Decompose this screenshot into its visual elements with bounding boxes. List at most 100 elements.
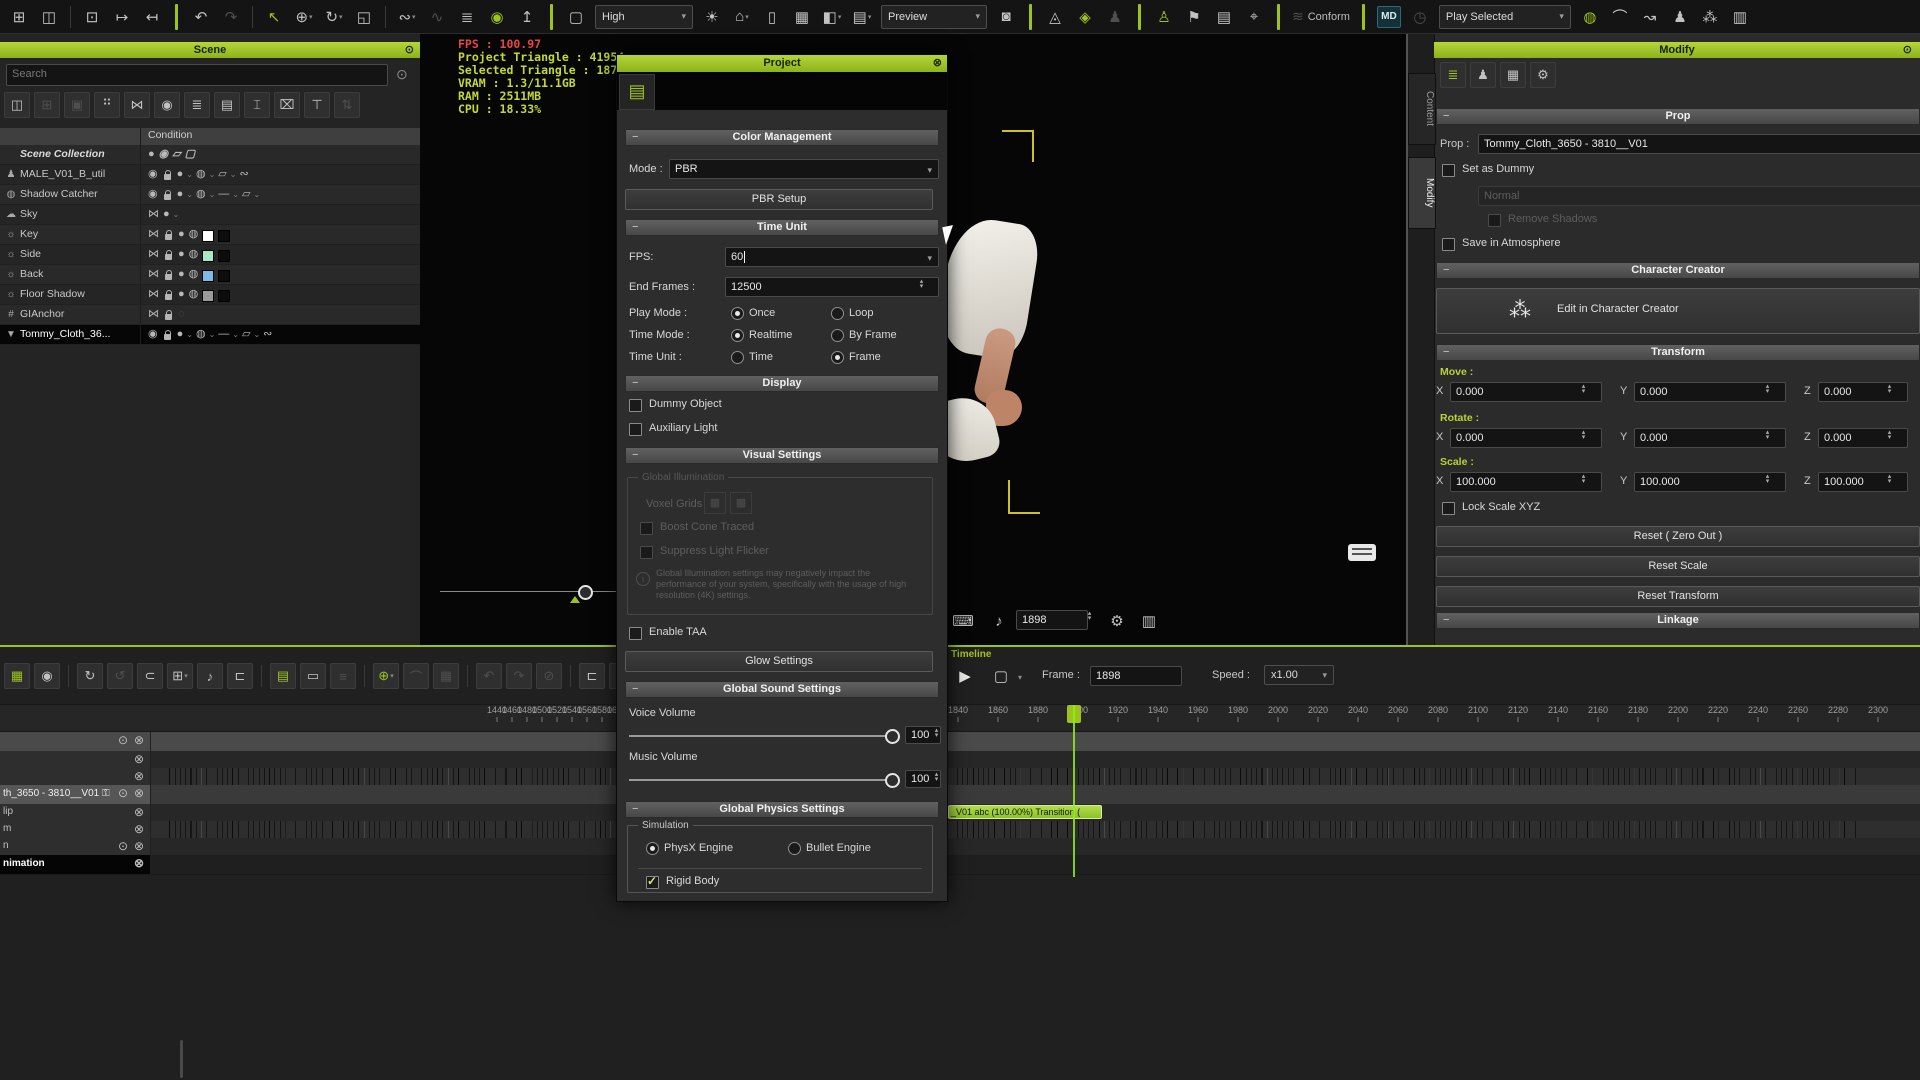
add-group-icon[interactable]: ⊞ [34, 92, 60, 118]
set-as-dummy-checkbox[interactable] [1442, 164, 1455, 177]
mode-select[interactable]: PBR ▾ [669, 159, 939, 179]
undo-icon[interactable]: ↶ [188, 4, 214, 30]
collapse-track-icon[interactable]: ⊙ [118, 786, 128, 800]
timeline-top-divider[interactable] [0, 645, 1920, 647]
visual-settings-header[interactable]: −Visual Settings [625, 447, 939, 464]
track-label-cell[interactable]: nimation⊗ [0, 855, 150, 875]
voice-volume-slider[interactable] [629, 735, 895, 737]
timeline-track-lip[interactable]: lip⊗_V01 abc (100.00%) Transition ( [0, 804, 1920, 821]
close-track-icon[interactable]: ⊗ [134, 733, 144, 747]
isolate-icon[interactable]: ◫ [4, 92, 30, 118]
physx-engine-radio[interactable] [646, 842, 659, 855]
color-swatch[interactable] [202, 230, 214, 242]
range-caret-icon[interactable]: ▾ [1018, 673, 1022, 682]
gamepad-icon[interactable]: ◍ [1577, 4, 1603, 30]
select-tool-icon[interactable]: ↖ [261, 4, 287, 30]
color-swatch[interactable] [202, 290, 214, 302]
music-volume-spinner[interactable]: ▴▾ [931, 772, 942, 782]
sort-icon[interactable]: ⇅ [334, 92, 360, 118]
spinner[interactable]: ▴▾ [1762, 474, 1773, 484]
lighting-icon[interactable]: ☀ [699, 4, 725, 30]
camera-icon[interactable]: ◙ [993, 4, 1019, 30]
unlink-tool-icon[interactable]: ∿ [424, 4, 450, 30]
lock-icon[interactable] [165, 314, 172, 320]
lock-icon[interactable] [165, 274, 172, 280]
enable-taa-checkbox[interactable] [629, 627, 642, 640]
team-tool-icon[interactable]: ⁂ [1697, 4, 1723, 30]
hotkey-panel-icon[interactable]: ⌨ [950, 608, 976, 634]
caret-icon[interactable]: ⌄ [253, 325, 260, 344]
add-key-icon[interactable]: ⊕▾ [373, 663, 399, 689]
music-volume-slider[interactable] [629, 779, 895, 781]
voice-volume-knob[interactable] [885, 729, 900, 744]
dot-icon[interactable]: ● [178, 245, 185, 264]
scene-panel-collapse-icon[interactable]: ⊙ [405, 42, 414, 58]
quad-view-icon[interactable]: ▦ [789, 4, 815, 30]
track-lane[interactable] [151, 838, 1920, 856]
tab-content[interactable]: Content [1408, 73, 1436, 145]
bowtie-icon[interactable]: ⋈ [148, 225, 159, 244]
add-clip-icon[interactable]: ⊞▾ [167, 663, 193, 689]
track-label-cell[interactable]: ⊗ [0, 768, 150, 786]
viewport-frame-input[interactable]: 1898 [1016, 610, 1088, 630]
prev-key-icon[interactable]: ↶ [476, 663, 502, 689]
reset-zero-out-button[interactable]: Reset ( Zero Out ) [1436, 526, 1920, 547]
person-export-icon[interactable]: ♟ [1667, 4, 1693, 30]
scene-panel-titlebar[interactable]: Scene ⊙ [0, 42, 420, 58]
bell-icon[interactable]: ◍ [196, 185, 206, 204]
end-frames-spinner[interactable]: ▴▾ [916, 279, 927, 289]
caret-icon[interactable]: ⌄ [186, 165, 193, 184]
spinner[interactable]: ▴▾ [1578, 474, 1589, 484]
timeline-track-n[interactable]: n⊗⊙ [0, 838, 1920, 855]
lock-scale-checkbox[interactable] [1442, 502, 1455, 515]
close-track-icon[interactable]: ⊗ [134, 839, 144, 853]
timeline-frame-input[interactable]: 1898 [1090, 666, 1182, 686]
play-mode-loop-radio[interactable] [831, 307, 844, 320]
spinner[interactable]: ▴▾ [1884, 430, 1895, 440]
track-lane[interactable] [151, 821, 1920, 839]
close-track-icon[interactable]: ⊗ [134, 805, 144, 819]
timeline-track-row2[interactable]: ⊗ [0, 768, 1920, 785]
voice-volume-spinner[interactable]: ▴▾ [931, 728, 942, 738]
dot-icon[interactable]: ● [178, 225, 185, 244]
play-selected-select[interactable]: Play Selected▾ [1439, 5, 1571, 29]
shadow-icon[interactable]: ▱ [242, 325, 250, 344]
display-monitor-icon[interactable]: ▢ [563, 4, 589, 30]
caret-icon[interactable]: ⌄ [209, 185, 216, 204]
eye-icon[interactable]: ◉ [148, 165, 158, 184]
animation-clip[interactable]: _V01 abc (100.00%) Transition ( [948, 805, 1102, 819]
snap-grid-icon[interactable]: ▦ [433, 663, 459, 689]
pbr-setup-button[interactable]: PBR Setup [625, 189, 933, 210]
bell-icon[interactable]: ◍ [189, 245, 199, 264]
script-list-icon[interactable]: ▥ [1727, 4, 1753, 30]
bowtie-icon[interactable]: ⋈ [148, 245, 159, 264]
rigid-body-checkbox[interactable]: ✓ [646, 876, 659, 889]
play-range-icon[interactable]: ⊂ [137, 663, 163, 689]
prop-name-field[interactable]: Tommy_Cloth_3650 - 3810__V01 [1478, 134, 1920, 154]
report-board-icon[interactable]: ▤ [1211, 4, 1237, 30]
track-lane[interactable] [151, 785, 1920, 805]
bell-icon[interactable]: ◍ [189, 225, 199, 244]
track-label-cell[interactable]: n⊗⊙ [0, 838, 150, 856]
collect-clip-icon[interactable]: ▤ [270, 663, 296, 689]
scene-row-key[interactable]: ☼Key⋈●◍ [0, 225, 420, 245]
modify-params-icon[interactable]: ≣ [1440, 62, 1466, 88]
project-dialog-titlebar[interactable]: Project ⊗ [617, 55, 947, 72]
auxiliary-light-checkbox[interactable] [629, 423, 642, 436]
play-button[interactable]: ▶ [952, 663, 978, 689]
dope-sheet-icon[interactable]: ◉ [34, 663, 60, 689]
scene-row-sky[interactable]: ☁Sky⋈●⌄ [0, 205, 420, 225]
scene-row-back[interactable]: ☼Back⋈●◍ [0, 265, 420, 285]
caret-icon[interactable]: ⌄ [173, 205, 180, 224]
grid-view-icon[interactable]: ▣ [64, 92, 90, 118]
send-to-icon[interactable]: ↥ [514, 4, 540, 30]
dot-icon[interactable]: ● [178, 265, 185, 284]
dash-icon[interactable]: — [218, 325, 229, 344]
audio-note-icon[interactable]: ♪ [986, 608, 1012, 634]
bell-icon[interactable]: ◍ [196, 165, 206, 184]
track-lane[interactable]: _V01 abc (100.00%) Transition ( [151, 804, 1920, 822]
spinner[interactable]: ▴▾ [1578, 430, 1589, 440]
spinner[interactable]: ▴▾ [1762, 430, 1773, 440]
curve-tool-icon[interactable]: ⌒ [1607, 4, 1633, 30]
close-track-icon[interactable]: ⊗ [134, 856, 144, 870]
